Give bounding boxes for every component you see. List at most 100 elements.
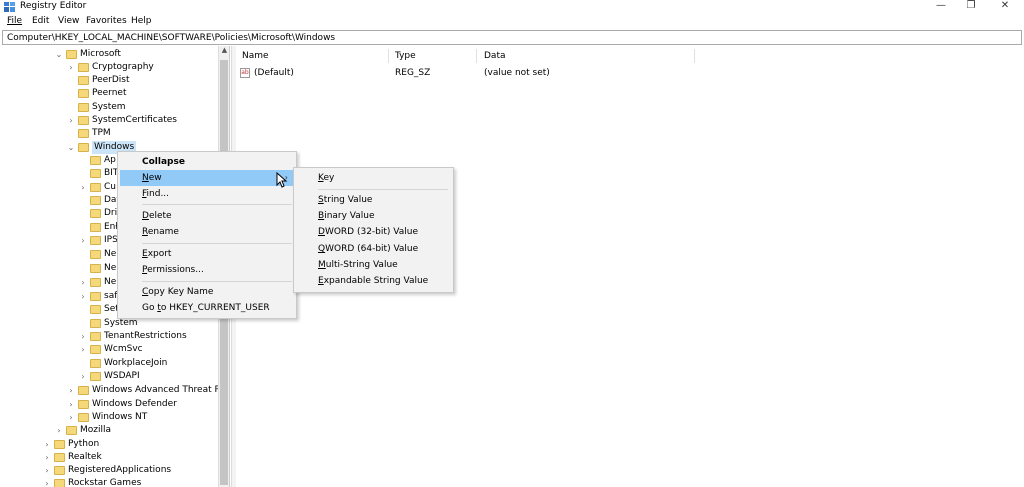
export-menu-item-label: xport <box>147 249 172 259</box>
new-dword-value-menu-item[interactable]: DWORD (32-bit) Value <box>296 224 451 240</box>
menu-help[interactable]: Help <box>131 16 152 26</box>
permissions-menu-item[interactable]: Permissions... <box>120 262 294 278</box>
folder-icon <box>54 479 65 487</box>
tree-item-label: RegisteredApplications <box>68 465 172 475</box>
chevron-down-icon[interactable]: ⌄ <box>66 141 76 154</box>
folder-icon <box>78 400 89 409</box>
folder-icon <box>90 223 101 232</box>
go-to-hkcu-menu-item[interactable]: Go to HKEY_CURRENT_USER <box>120 300 294 316</box>
menu-separator <box>318 189 448 190</box>
export-menu-item[interactable]: Export <box>120 246 294 262</box>
menu-separator <box>142 204 292 205</box>
chevron-right-icon[interactable]: › <box>78 181 88 194</box>
chevron-right-icon[interactable]: › <box>66 114 76 127</box>
go-to-hkcu-menu-item-label: o HKEY_CURRENT_USER <box>160 303 270 313</box>
rename-menu-item-label: ename <box>147 227 179 237</box>
folder-icon <box>66 50 77 59</box>
folder-icon <box>90 236 101 245</box>
delete-menu-item[interactable]: Delete <box>120 208 294 224</box>
chevron-right-icon[interactable]: › <box>66 411 76 424</box>
rename-menu-item[interactable]: Rename <box>120 224 294 240</box>
tree-item-label: Dri <box>104 208 118 218</box>
chevron-right-icon[interactable]: › <box>66 61 76 74</box>
new-binary-value-menu-item-label: inary Value <box>324 211 375 221</box>
copy-key-name-menu-item[interactable]: Copy Key Name <box>120 284 294 300</box>
chevron-right-icon[interactable]: › <box>78 370 88 383</box>
new-qword-value-menu-item[interactable]: QWORD (64-bit) Value <box>296 241 451 257</box>
folder-icon <box>90 278 101 287</box>
new-binary-value-menu-item[interactable]: Binary Value <box>296 208 451 224</box>
scroll-up-arrow-icon[interactable]: ▲ <box>219 46 230 58</box>
folder-icon <box>78 413 89 422</box>
tree-item-label: PeerDist <box>92 75 130 85</box>
new-menu-item[interactable]: New › <box>120 170 294 186</box>
new-multi-string-value-menu-item-access-key: M <box>318 260 326 270</box>
new-multi-string-value-menu-item[interactable]: Multi-String Value <box>296 257 451 273</box>
address-bar[interactable]: Computer\HKEY_LOCAL_MACHINE\SOFTWARE\Pol… <box>2 30 1022 45</box>
title-bar: Registry Editor — ❐ ✕ <box>0 0 1024 14</box>
folder-icon <box>78 76 89 85</box>
new-string-value-menu-item[interactable]: String Value <box>296 192 451 208</box>
tree-item-label: Realtek <box>68 452 102 462</box>
tree-item-label: System <box>92 102 126 112</box>
chevron-right-icon[interactable]: › <box>78 343 88 356</box>
folder-icon <box>90 332 101 341</box>
column-header-name[interactable]: Name <box>242 51 269 61</box>
chevron-right-icon[interactable]: › <box>42 451 52 464</box>
tree-item-label: Peernet <box>92 88 127 98</box>
tree-item-label: Microsoft <box>80 49 121 59</box>
folder-icon <box>78 63 89 72</box>
new-qword-value-menu-item-label: WORD (64-bit) Value <box>325 244 419 254</box>
minimize-button[interactable]: — <box>926 0 956 14</box>
tree-item-label: TenantRestrictions <box>104 331 187 341</box>
folder-icon <box>90 250 101 259</box>
tree-item-label: Mozilla <box>80 425 112 435</box>
tree-item-label: Windows Advanced Threat Prot <box>92 385 230 395</box>
tree-item-label: Ne <box>104 263 117 273</box>
mouse-cursor-icon <box>276 172 288 188</box>
new-key-menu-item[interactable]: Key <box>296 170 451 186</box>
collapse-menu-item[interactable]: Collapse <box>120 154 294 170</box>
permissions-menu-item-label: ermissions... <box>147 265 204 275</box>
close-button[interactable]: ✕ <box>990 0 1020 14</box>
chevron-right-icon[interactable]: › <box>66 384 76 397</box>
chevron-right-icon[interactable]: › <box>54 424 64 437</box>
chevron-right-icon[interactable]: › <box>78 330 88 343</box>
column-header-data[interactable]: Data <box>484 51 506 61</box>
tree-item-label: Enł <box>104 222 118 232</box>
restore-button[interactable]: ❐ <box>956 0 986 14</box>
string-value-icon: ab <box>240 68 250 78</box>
folder-icon <box>78 386 89 395</box>
folder-icon <box>66 426 77 435</box>
menu-view[interactable]: View <box>58 16 79 26</box>
chevron-right-icon[interactable]: › <box>42 464 52 477</box>
folder-icon <box>90 169 101 178</box>
chevron-right-icon[interactable]: › <box>42 438 52 451</box>
new-submenu: Key String Value Binary Value DWORD (32-… <box>293 167 454 293</box>
new-string-value-menu-item-label: tring Value <box>323 195 373 205</box>
value-row[interactable]: ab (Default) REG_SZ (value not set) <box>236 67 1016 80</box>
new-menu-item-access-key: N <box>142 173 149 183</box>
tree-item-label: Python <box>68 439 100 449</box>
find-menu-item[interactable]: Find... <box>120 186 294 202</box>
chevron-right-icon[interactable]: › <box>78 276 88 289</box>
chevron-right-icon[interactable]: › <box>42 477 52 487</box>
column-divider[interactable] <box>388 49 389 63</box>
chevron-right-icon[interactable]: › <box>66 398 76 411</box>
column-divider[interactable] <box>694 49 695 63</box>
menu-edit[interactable]: Edit <box>32 16 49 26</box>
column-divider[interactable] <box>476 49 477 63</box>
column-header-type[interactable]: Type <box>395 51 416 61</box>
menu-favorites[interactable]: Favorites <box>86 16 127 26</box>
folder-icon <box>54 466 65 475</box>
find-menu-item-label: ind... <box>146 189 170 199</box>
chevron-down-icon[interactable]: ⌄ <box>54 48 64 61</box>
new-expandable-string-value-menu-item[interactable]: Expandable String Value <box>296 273 451 289</box>
chevron-right-icon[interactable]: › <box>78 234 88 247</box>
chevron-right-icon[interactable]: › <box>78 290 88 303</box>
tree-item-label: Ne <box>104 277 117 287</box>
folder-icon <box>90 292 101 301</box>
delete-menu-item-label: elete <box>148 211 172 221</box>
tree-item-label: Windows Defender <box>92 399 177 409</box>
menu-file[interactable]: File <box>7 16 22 26</box>
